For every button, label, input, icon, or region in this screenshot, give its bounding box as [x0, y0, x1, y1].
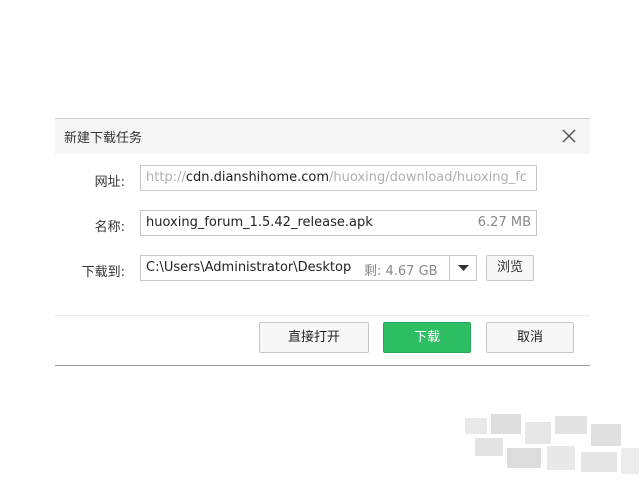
open-directly-button[interactable]: 直接打开	[259, 322, 369, 353]
url-host: cdn.dianshihome.com	[185, 170, 330, 185]
download-button[interactable]: 下载	[383, 322, 471, 353]
save-path-value: C:\Users\Administrator\Desktop	[146, 260, 352, 275]
cancel-button[interactable]: 取消	[486, 322, 574, 353]
file-size: 6.27 MB	[477, 215, 531, 230]
save-path-field[interactable]: C:\Users\Administrator\Desktop 剩: 4.67 G…	[140, 255, 450, 281]
url-scheme: http://	[146, 170, 186, 185]
free-space: 剩: 4.67 GB	[364, 264, 438, 279]
dialog-title: 新建下载任务	[64, 131, 143, 146]
close-button[interactable]	[558, 125, 580, 147]
file-name-field[interactable]: huoxing_forum_1.5.42_release.apk 6.27 MB	[140, 210, 537, 236]
save-to-label: 下载到:	[81, 265, 125, 280]
watermark-image	[465, 414, 639, 474]
url-path: /huoxing/download/huoxing_fc	[329, 170, 527, 185]
url-label: 网址:	[94, 175, 125, 190]
chevron-down-icon	[458, 265, 469, 271]
url-value: http://cdn.dianshihome.com/huoxing/downl…	[146, 170, 527, 185]
close-icon	[562, 129, 576, 143]
file-name-value: huoxing_forum_1.5.42_release.apk	[146, 215, 373, 230]
dialog-titlebar: 新建下载任务	[55, 119, 590, 154]
new-download-dialog: 新建下载任务 网址: http://cdn.dianshihome.com/hu…	[55, 118, 590, 366]
url-field[interactable]: http://cdn.dianshihome.com/huoxing/downl…	[140, 165, 537, 191]
browse-button[interactable]: 浏览	[486, 255, 534, 281]
save-path-dropdown-button[interactable]	[449, 255, 477, 281]
name-label: 名称:	[94, 220, 125, 235]
divider	[55, 315, 590, 316]
